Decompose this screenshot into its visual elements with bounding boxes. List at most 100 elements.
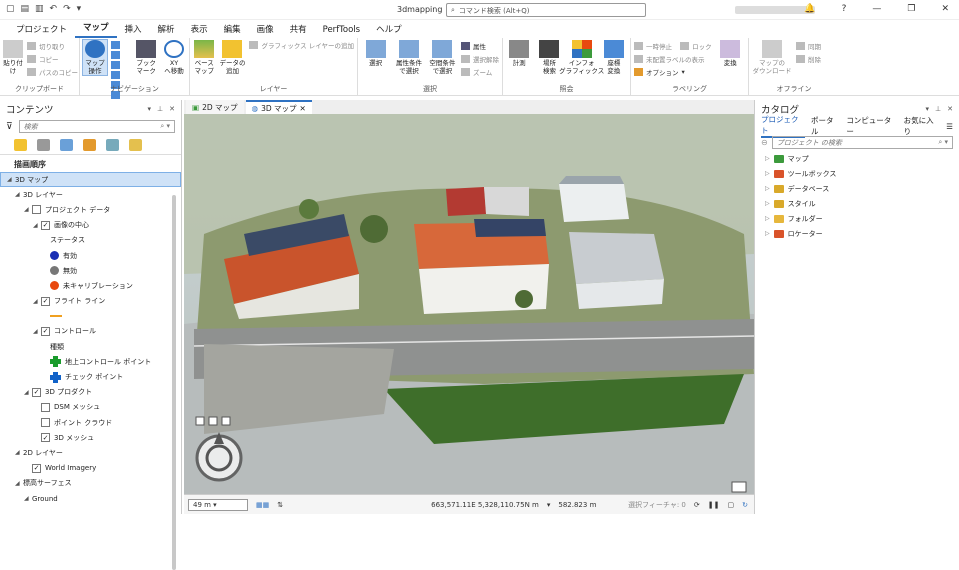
expand-triangle-icon[interactable]: ▷	[765, 230, 770, 237]
account-name[interactable]	[735, 6, 815, 14]
new-project-icon[interactable]: ▢	[6, 4, 15, 14]
tab-imagery[interactable]: 画像	[249, 20, 282, 38]
restore-button[interactable]: ❐	[907, 4, 915, 14]
layer-row[interactable]: ステータス	[0, 233, 181, 248]
layer-row[interactable]: 種類	[0, 339, 181, 354]
expand-triangle-icon[interactable]: ▷	[765, 170, 770, 177]
tab-catalog-portal[interactable]: ポータル	[811, 115, 840, 137]
catalog-item[interactable]: ▷ ロケーター	[755, 226, 959, 241]
explore-button[interactable]: マップ 操作	[82, 39, 108, 76]
tab-project[interactable]: プロジェクト	[8, 20, 75, 38]
catalog-item[interactable]: ▷ データベース	[755, 181, 959, 196]
sync-button[interactable]: 同期	[796, 41, 821, 51]
pane-options-icon[interactable]: ▾	[148, 105, 152, 113]
expand-triangle-icon[interactable]: ◢	[7, 176, 15, 183]
refresh-icon[interactable]: ⟳	[694, 501, 700, 509]
drawing-order-icon[interactable]	[14, 139, 27, 151]
close-pane-icon[interactable]: ✕	[947, 105, 953, 113]
close-button[interactable]: ✕	[941, 4, 949, 14]
select-by-location-button[interactable]: 空間条件 で選択	[428, 40, 457, 75]
tab-3d-map[interactable]: ◍ 3D マップ ✕	[245, 100, 312, 114]
layer-row[interactable]: 無効	[0, 263, 181, 278]
tab-share[interactable]: 共有	[282, 20, 315, 38]
cut-button[interactable]: 切り取り	[27, 41, 78, 51]
layer-row[interactable]: ◢ Ground	[0, 491, 181, 506]
expand-triangle-icon[interactable]: ◢	[33, 222, 41, 229]
tab-2d-map[interactable]: ▣ 2D マップ	[186, 100, 244, 114]
visibility-checkbox[interactable]: ✓	[41, 220, 50, 230]
catalog-item[interactable]: ▷ スタイル	[755, 196, 959, 211]
nav-toggle-icon[interactable]: ⇅	[277, 501, 283, 509]
pause-drawing-icon[interactable]: ❚❚	[708, 501, 720, 509]
fixed-zoom-icon[interactable]	[110, 71, 120, 79]
layer-row[interactable]: DSM メッシュ	[0, 400, 181, 415]
tab-analysis[interactable]: 解析	[150, 20, 183, 38]
menu-icon[interactable]: ☰	[946, 122, 953, 131]
layer-row[interactable]: ◢ 3D レイヤー	[0, 187, 181, 202]
expand-triangle-icon[interactable]: ▷	[765, 185, 770, 192]
tab-edit[interactable]: 編集	[216, 20, 249, 38]
open-icon[interactable]: ▤	[21, 4, 30, 14]
zoom-in-icon[interactable]	[110, 41, 120, 49]
visibility-checkbox[interactable]: ✓	[41, 433, 50, 443]
visibility-checkbox[interactable]: ✓	[41, 326, 50, 336]
redo-icon[interactable]: ↷	[63, 4, 71, 14]
expand-icon[interactable]	[731, 481, 747, 493]
labeling-view-icon[interactable]	[129, 139, 142, 151]
basemap-button[interactable]: ベース マップ	[193, 40, 215, 75]
attributes-button[interactable]: 属性	[460, 41, 499, 51]
layer-row[interactable]: 有効	[0, 248, 181, 263]
pin-icon[interactable]: ⊥	[157, 105, 163, 113]
visibility-checkbox[interactable]	[41, 418, 50, 428]
copy-path-button[interactable]: パスのコピー	[27, 67, 78, 77]
layer-row[interactable]: チェック ポイント	[0, 369, 181, 384]
infographics-button[interactable]: インフォ グラフィックス	[559, 40, 604, 75]
editing-view-icon[interactable]	[83, 139, 96, 151]
clear-selection-button[interactable]: 選択解除	[460, 54, 499, 64]
layer-row[interactable]: 未キャリブレーション	[0, 278, 181, 293]
visibility-checkbox[interactable]: ✓	[32, 387, 41, 397]
measure-button[interactable]: 計測	[506, 40, 532, 67]
expand-triangle-icon[interactable]: ▷	[765, 215, 770, 222]
close-pane-icon[interactable]: ✕	[169, 105, 175, 113]
bookmarks-button[interactable]: ブック マーク	[134, 40, 158, 75]
expand-triangle-icon[interactable]: ◢	[15, 191, 23, 198]
table-view-icon[interactable]: ▦▦	[256, 501, 269, 509]
goto-xy-button[interactable]: XY へ移動	[162, 40, 186, 75]
expand-triangle-icon[interactable]: ◢	[24, 495, 32, 502]
zoom-to-selection-button[interactable]: ズーム	[460, 67, 499, 77]
filter-icon[interactable]: ⊽	[6, 122, 13, 132]
tab-catalog-favorites[interactable]: お気に入り	[904, 115, 941, 137]
pin-icon[interactable]: ⊥	[935, 105, 941, 113]
select-by-attributes-button[interactable]: 属性条件 で選択	[394, 40, 423, 75]
unplaced-labels-button[interactable]: 未配置ラベルの表示	[634, 54, 712, 64]
catalog-item[interactable]: ▷ フォルダー	[755, 211, 959, 226]
data-source-icon[interactable]	[37, 139, 50, 151]
layer-row[interactable]: ◢ ✓ 画像の中心	[0, 218, 181, 233]
expand-triangle-icon[interactable]: ◢	[33, 328, 41, 335]
full-extent-icon[interactable]	[110, 61, 120, 69]
refresh-view-icon[interactable]: ↻	[742, 501, 748, 509]
draw-progress-icon[interactable]: ▢	[728, 501, 735, 509]
paste-button[interactable]: 貼り付け	[3, 40, 23, 75]
tab-catalog-project[interactable]: プロジェクト	[761, 114, 805, 138]
tab-perftools[interactable]: PerfTools	[315, 20, 368, 38]
pause-labels-button[interactable]: 一時停止 ロック	[634, 41, 712, 51]
expand-triangle-icon[interactable]: ◢	[15, 480, 23, 487]
expand-triangle-icon[interactable]: ◢	[33, 298, 41, 305]
catalog-search-input[interactable]: プロジェクト の検索 ⌕ ▾	[771, 136, 953, 149]
expand-triangle-icon[interactable]: ▷	[765, 200, 770, 207]
tab-insert[interactable]: 挿入	[117, 20, 150, 38]
visibility-checkbox[interactable]: ✓	[32, 463, 41, 473]
help-button[interactable]: ?	[842, 4, 847, 14]
label-options-button[interactable]: オプション ▾	[634, 67, 712, 77]
layer-row[interactable]: ✓ 3D メッシュ	[0, 430, 181, 445]
scale-input[interactable]: 49 m ▾	[188, 498, 248, 511]
download-map-button[interactable]: マップの ダウンロード	[752, 40, 792, 75]
close-tab-icon[interactable]: ✕	[300, 104, 306, 113]
undo-icon[interactable]: ↶	[50, 4, 58, 14]
remove-button[interactable]: 削除	[796, 54, 821, 64]
layer-row[interactable]: ◢ ✓ コントロール	[0, 324, 181, 339]
layer-row[interactable]: ◢ 3D マップ	[0, 172, 181, 188]
layer-row[interactable]: ◢ プロジェクト データ	[0, 202, 181, 217]
